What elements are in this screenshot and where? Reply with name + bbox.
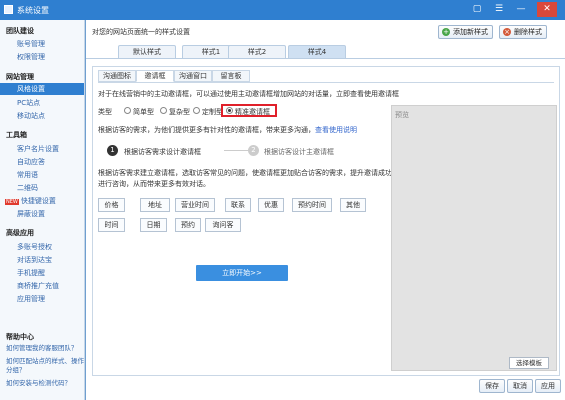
subtab-invite[interactable]: 邀请框	[136, 70, 174, 82]
sidebar-item-multi-account[interactable]: 多账号授权	[17, 242, 52, 252]
step-connector	[224, 150, 248, 151]
skin-button[interactable]: ▢	[467, 2, 487, 17]
radio-complex-label: 复杂型	[169, 108, 190, 116]
delete-style-label: 删除样式	[514, 28, 542, 36]
sidebar: 团队建设 账号管理 权限管理 网站管理 风格设置 PC站点 移动站点 工具箱 客…	[0, 20, 85, 400]
sidebar-item-shortcuts[interactable]: NEW 快捷键设置	[5, 196, 56, 206]
step-2-label: 根据访客设计主邀请框	[264, 148, 334, 156]
choose-template-button[interactable]: 选择模板	[509, 357, 549, 369]
sidebar-item-promo-recharge[interactable]: 商桥推广充值	[17, 281, 59, 291]
save-button[interactable]: 保存	[479, 379, 505, 393]
subtab-icon[interactable]: 沟通图标	[98, 70, 136, 82]
keyword-discount[interactable]: 优惠	[258, 198, 284, 212]
apply-button[interactable]: 应用	[535, 379, 561, 393]
sidebar-item-block-settings[interactable]: 屏蔽设置	[17, 209, 45, 219]
help-link-styles[interactable]: 如何匹配站点的样式、操作分组？	[6, 357, 84, 375]
invite-subtitle: 根据访客的需求，为他们提供更多有针对性的邀请框，带来更多沟通，查看使用说明	[98, 126, 357, 134]
menu-button[interactable]: ☰	[489, 2, 509, 17]
keyword-address[interactable]: 地址	[140, 198, 170, 212]
help-center-title: 帮助中心	[6, 333, 34, 341]
help-link-team[interactable]: 如何管理我的客服团队？	[6, 344, 84, 353]
add-style-button[interactable]: + 添加新样式	[438, 25, 493, 39]
page-description: 对您的网站页面统一的样式设置	[92, 28, 190, 36]
help-link-install[interactable]: 如何安装与检测代码？	[6, 379, 84, 388]
radio-custom-label: 定制型	[202, 108, 223, 116]
cancel-button[interactable]: 取消	[507, 379, 533, 393]
keyword-other[interactable]: 其他	[340, 198, 366, 212]
app-icon	[4, 5, 13, 14]
delete-icon: ×	[503, 28, 511, 36]
radio-simple-label: 简单型	[133, 108, 154, 116]
radio-custom[interactable]	[193, 107, 200, 114]
subtab-chat-window[interactable]: 沟通窗口	[174, 70, 212, 82]
subtab-message-board[interactable]: 留言板	[212, 70, 250, 82]
sidebar-item-mobile-alert[interactable]: 手机提醒	[17, 268, 45, 278]
sidebar-item-accounts[interactable]: 账号管理	[17, 39, 45, 49]
keyword-price[interactable]: 价格	[98, 198, 125, 212]
sidebar-group-toolbox: 工具箱	[6, 131, 27, 139]
preview-label: 预览	[395, 111, 409, 119]
minimize-button[interactable]: —	[511, 2, 531, 17]
radio-simple[interactable]	[124, 107, 131, 114]
sidebar-item-shortcuts-label: 快捷键设置	[20, 197, 56, 205]
sidebar-item-mobile-site[interactable]: 移动站点	[17, 111, 45, 121]
sidebar-item-dialog-arrival[interactable]: 对话到达宝	[17, 255, 52, 265]
add-style-label: 添加新样式	[453, 28, 488, 36]
keyword-contact[interactable]: 联系	[225, 198, 251, 212]
keyword-time[interactable]: 时间	[98, 218, 125, 232]
sidebar-item-auto-reply[interactable]: 自动应答	[17, 157, 45, 167]
delete-style-button[interactable]: × 删除样式	[499, 25, 547, 39]
tab-default-style[interactable]: 默认样式	[118, 45, 176, 59]
radio-complex[interactable]	[160, 107, 167, 114]
sidebar-item-visitor-card[interactable]: 客户名片设置	[17, 144, 59, 154]
usage-guide-link[interactable]: 查看使用说明	[315, 126, 357, 134]
invite-desc-line-2: 进行咨询，从而带来更多有效对话。	[98, 180, 210, 188]
plus-icon: +	[442, 28, 450, 36]
sidebar-item-pc-site[interactable]: PC站点	[17, 98, 40, 108]
selection-highlight	[221, 104, 277, 117]
sidebar-group-team: 团队建设	[6, 27, 34, 35]
invite-intro: 对于在线营销中的主动邀请框，可以通过使用主动邀请框增加网站的对话量，立即查看使用…	[98, 90, 399, 98]
step-1-circle: 1	[107, 145, 118, 156]
sidebar-item-qrcode[interactable]: 二维码	[17, 183, 38, 193]
sidebar-group-advanced: 高级应用	[6, 229, 34, 237]
tab-style-4[interactable]: 样式4	[288, 45, 346, 59]
invite-desc-line-1: 根据访客需求建立邀请框，选取访客常见的问题，使邀请框更加贴合访客的需求，提升邀请…	[98, 169, 434, 177]
preview-area	[391, 105, 557, 371]
window-title: 系统设置	[17, 6, 49, 15]
sidebar-item-permissions[interactable]: 权限管理	[17, 52, 45, 62]
start-now-button[interactable]: 立即开始>>	[196, 265, 288, 281]
subtab-divider	[98, 82, 554, 83]
keyword-date[interactable]: 日期	[140, 218, 167, 232]
sidebar-item-app-management[interactable]: 应用管理	[17, 294, 45, 304]
tab-style-2[interactable]: 样式2	[228, 45, 286, 59]
sidebar-item-quick-phrases[interactable]: 常用语	[17, 170, 38, 180]
new-badge: NEW	[5, 199, 19, 205]
close-button[interactable]: ✕	[537, 2, 557, 17]
keyword-reserve[interactable]: 预约	[175, 218, 201, 232]
keyword-hours[interactable]: 营业时间	[175, 198, 215, 212]
step-2-circle: 2	[248, 145, 259, 156]
keyword-booking-time[interactable]: 预约时间	[292, 198, 332, 212]
type-label: 类型	[98, 108, 112, 116]
window-titlebar: 系统设置 ▢ ☰ — ✕	[0, 0, 565, 20]
step-1-label: 根据访客需求设计邀请框	[124, 148, 201, 156]
keyword-inquiry[interactable]: 询问客	[205, 218, 241, 232]
sidebar-group-website: 网站管理	[6, 73, 34, 81]
sidebar-item-style-settings[interactable]: 风格设置	[0, 83, 84, 95]
